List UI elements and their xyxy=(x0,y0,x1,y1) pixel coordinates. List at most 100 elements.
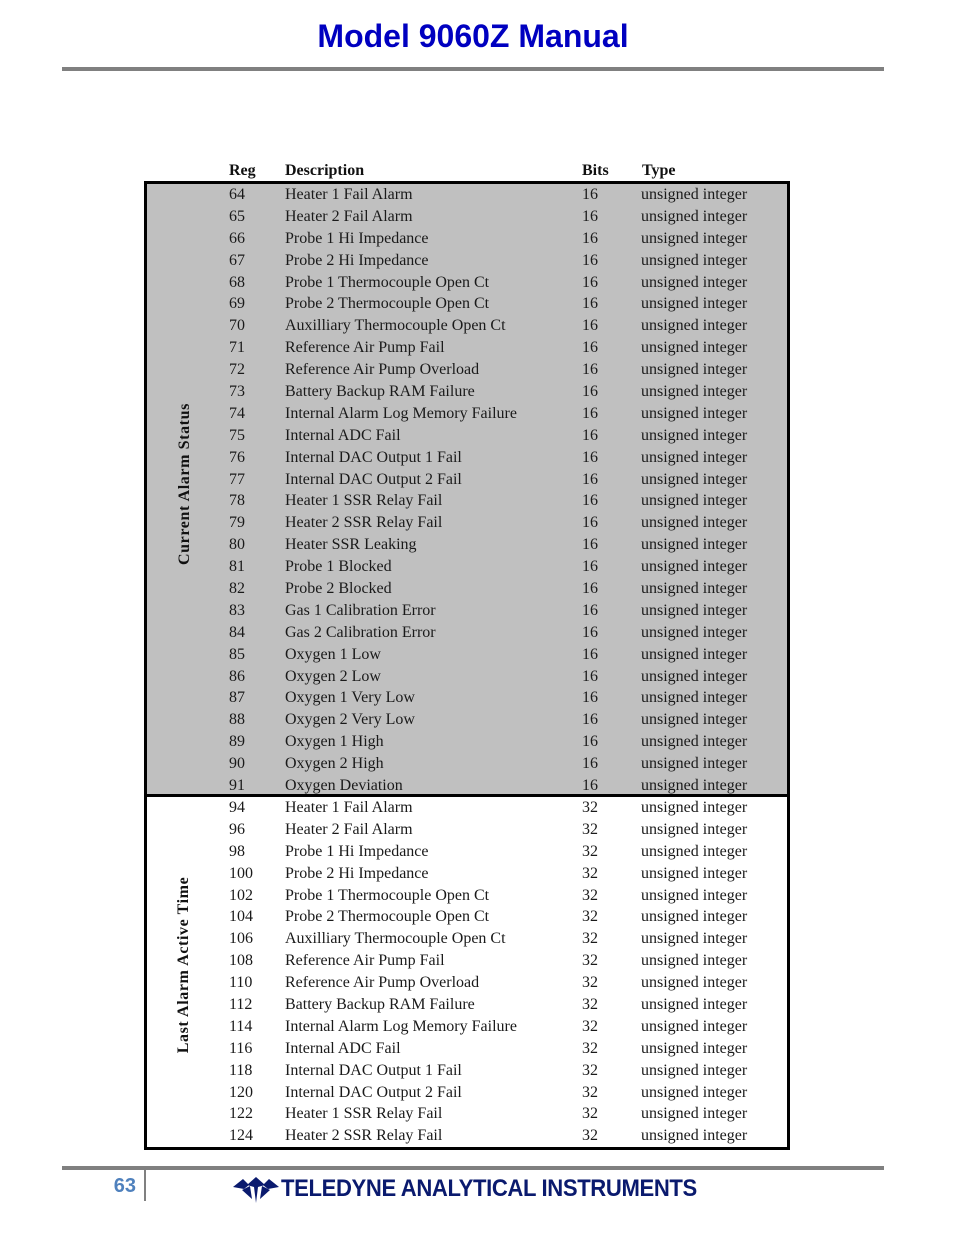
cell-type: unsigned integer xyxy=(641,558,748,576)
cell-type: unsigned integer xyxy=(641,996,748,1014)
cell-reg: 106 xyxy=(229,930,253,948)
table-row: 90 Oxygen 2 High 16 unsigned integer xyxy=(147,753,787,775)
cell-bits: 16 xyxy=(582,536,598,554)
cell-type: unsigned integer xyxy=(641,908,748,926)
cell-description: Heater 1 SSR Relay Fail xyxy=(285,492,443,510)
cell-reg: 70 xyxy=(229,317,245,335)
teledyne-logo-icon xyxy=(233,1175,279,1203)
cell-bits: 32 xyxy=(582,1083,598,1101)
cell-description: Internal Alarm Log Memory Failure xyxy=(285,404,517,422)
cell-reg: 86 xyxy=(229,667,245,685)
cell-bits: 32 xyxy=(582,820,598,838)
cell-description: Probe 2 Thermocouple Open Ct xyxy=(285,295,490,313)
cell-description: Reference Air Pump Fail xyxy=(285,952,445,970)
section-last-alarm-active-time: Last Alarm Active Time 94 Heater 1 Fail A… xyxy=(144,794,790,1150)
cell-type: unsigned integer xyxy=(641,974,748,992)
cell-description: Heater 2 SSR Relay Fail xyxy=(285,514,443,532)
cell-reg: 66 xyxy=(229,229,245,247)
cell-description: Internal DAC Output 1 Fail xyxy=(285,448,462,466)
cell-reg: 110 xyxy=(229,974,253,992)
cell-description: Internal DAC Output 1 Fail xyxy=(285,1061,462,1079)
cell-reg: 79 xyxy=(229,514,245,532)
table-row: 79 Heater 2 SSR Relay Fail 16 unsigned inte… xyxy=(147,512,787,534)
cell-type: unsigned integer xyxy=(641,952,748,970)
cell-description: Heater 1 Fail Alarm xyxy=(285,186,413,203)
table-row: 70 Auxilliary Thermocouple Open Ct 16 unsig… xyxy=(147,315,787,337)
cell-bits: 16 xyxy=(582,733,598,751)
cell-type: unsigned integer xyxy=(641,273,748,291)
table-row: 78 Heater 1 SSR Relay Fail 16 unsigned inte… xyxy=(147,490,787,512)
table-row: 82 Probe 2 Blocked 16 unsigned integer xyxy=(147,578,787,600)
cell-type: unsigned integer xyxy=(641,207,748,225)
cell-description: Internal DAC Output 2 Fail xyxy=(285,1083,462,1101)
cell-reg: 89 xyxy=(229,733,245,751)
cell-type: unsigned integer xyxy=(641,1061,748,1079)
cell-reg: 100 xyxy=(229,864,253,882)
table-row: 84 Gas 2 Calibration Error 16 unsigned inte… xyxy=(147,622,787,644)
cell-type: unsigned integer xyxy=(641,1039,748,1057)
cell-bits: 16 xyxy=(582,667,598,685)
cell-bits: 16 xyxy=(582,207,598,225)
cell-type: unsigned integer xyxy=(641,404,748,422)
cell-bits: 16 xyxy=(582,623,598,641)
cell-reg: 75 xyxy=(229,426,245,444)
cell-bits: 16 xyxy=(582,448,598,466)
cell-reg: 102 xyxy=(229,886,253,904)
cell-bits: 32 xyxy=(582,974,598,992)
cell-description: Oxygen 1 Low xyxy=(285,645,381,663)
cell-reg: 84 xyxy=(229,623,245,641)
cell-type: unsigned integer xyxy=(641,755,748,773)
cell-type: unsigned integer xyxy=(641,886,748,904)
cell-reg: 122 xyxy=(229,1105,253,1123)
header-rule xyxy=(62,67,884,71)
table-row: 106 Auxilliary Thermocouple Open Ct 32 unsi… xyxy=(147,928,787,950)
cell-type: unsigned integer xyxy=(641,689,748,707)
cell-reg: 85 xyxy=(229,645,245,663)
cell-description: Auxilliary Thermocouple Open Ct xyxy=(285,317,506,335)
cell-description: Probe 1 Blocked xyxy=(285,558,392,576)
table-row: 98 Probe 1 Hi Impedance 32 unsigned integer xyxy=(147,841,787,863)
cell-description: Probe 2 Thermocouple Open Ct xyxy=(285,908,490,926)
cell-type: unsigned integer xyxy=(641,667,748,685)
column-header-reg: Reg xyxy=(229,162,256,179)
cell-reg: 87 xyxy=(229,689,245,707)
cell-reg: 112 xyxy=(229,996,253,1014)
cell-type: unsigned integer xyxy=(641,864,748,882)
cell-type: unsigned integer xyxy=(641,448,748,466)
table-row: 118 Internal DAC Output 1 Fail 32 unsigned … xyxy=(147,1060,787,1082)
cell-reg: 120 xyxy=(229,1083,253,1101)
table-row: 81 Probe 1 Blocked 16 unsigned integer xyxy=(147,556,787,578)
table-row: 67 Probe 2 Hi Impedance 16 unsigned integer xyxy=(147,250,787,272)
table-row: 116 Internal ADC Fail 32 unsigned integer xyxy=(147,1038,787,1060)
cell-reg: 96 xyxy=(229,820,245,838)
cell-type: unsigned integer xyxy=(641,645,748,663)
cell-bits: 16 xyxy=(582,361,598,379)
table-row: 85 Oxygen 1 Low 16 unsigned integer xyxy=(147,644,787,666)
cell-reg: 116 xyxy=(229,1039,253,1057)
cell-type: unsigned integer xyxy=(641,251,748,269)
cell-description: Reference Air Pump Overload xyxy=(285,361,480,379)
cell-type: unsigned integer xyxy=(641,733,748,751)
footer-divider xyxy=(144,1170,146,1201)
cell-type: unsigned integer xyxy=(641,186,748,203)
table-row: 122 Heater 1 SSR Relay Fail 32 unsigned int… xyxy=(147,1103,787,1125)
table-row: 80 Heater SSR Leaking 16 unsigned integer xyxy=(147,534,787,556)
cell-type: unsigned integer xyxy=(641,1083,748,1101)
cell-reg: 98 xyxy=(229,842,245,860)
cell-bits: 16 xyxy=(582,558,598,576)
cell-type: unsigned integer xyxy=(641,295,748,313)
table-row: 74 Internal Alarm Log Memory Failure 16 uns… xyxy=(147,403,787,425)
cell-type: unsigned integer xyxy=(641,1105,748,1123)
cell-description: Heater 2 Fail Alarm xyxy=(285,820,413,838)
cell-reg: 124 xyxy=(229,1127,253,1145)
page-title: Model 9060Z Manual xyxy=(317,18,629,54)
cell-bits: 16 xyxy=(582,601,598,619)
table-row: 71 Reference Air Pump Fail 16 unsigned inte… xyxy=(147,337,787,359)
column-header-type: Type xyxy=(642,162,676,179)
brand-name: TELEDYNE ANALYTICAL INSTRUMENTS xyxy=(281,1175,697,1202)
cell-reg: 94 xyxy=(229,799,245,816)
page-number: 63 xyxy=(113,1175,136,1197)
cell-description: Probe 1 Hi Impedance xyxy=(285,229,429,247)
table-row: 100 Probe 2 Hi Impedance 32 unsigned intege… xyxy=(147,863,787,885)
cell-bits: 16 xyxy=(582,383,598,401)
